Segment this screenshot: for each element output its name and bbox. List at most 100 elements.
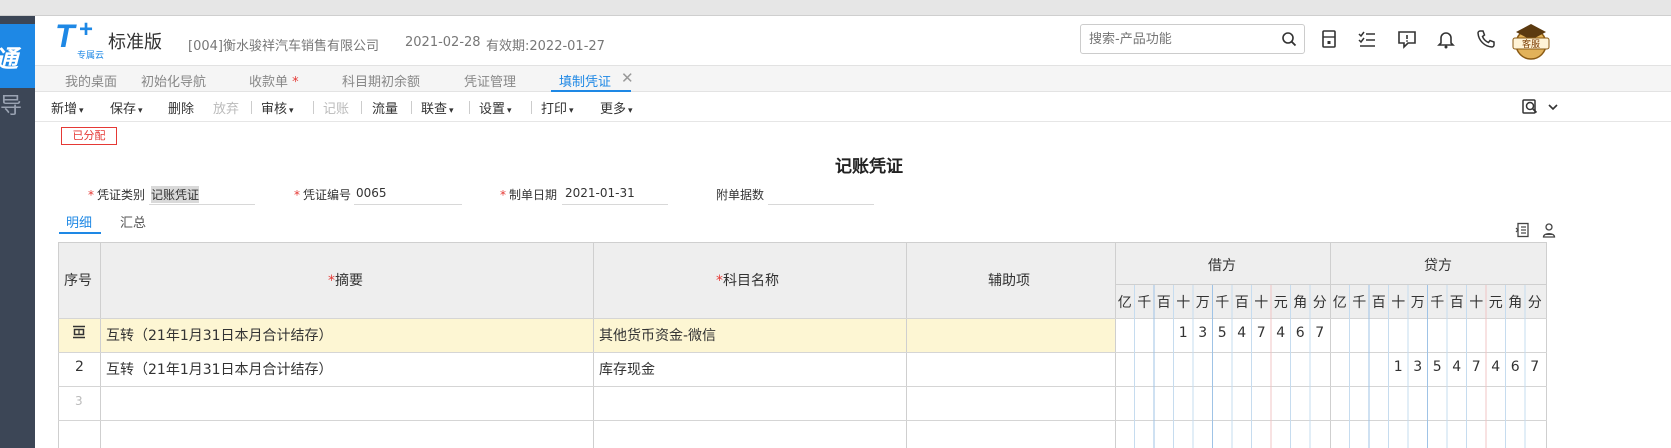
- print-button[interactable]: 打印 ▾: [541, 98, 574, 117]
- review-button[interactable]: 审核 ▾: [261, 98, 294, 117]
- digit-unit-label: 千: [1215, 295, 1230, 311]
- action-toolbar: 新增 ▾ 保存 ▾ 删除 放弃 审核 ▾ 记账 流量 联查 ▾ 设置 ▾ 打印 ▾ 更多 ▾: [35, 92, 1671, 122]
- voucher-number-label: * 凭证编号: [294, 186, 351, 203]
- toolbar-separator: [313, 101, 314, 114]
- toolbar-separator: [361, 101, 362, 114]
- tab-receipt[interactable]: 收款单 *: [249, 71, 299, 90]
- tab-detail[interactable]: 明细: [66, 212, 92, 231]
- search-icon[interactable]: [1281, 31, 1297, 47]
- close-icon[interactable]: ✕: [621, 69, 634, 87]
- row1-summary[interactable]: 互转（21年1月31日本月合计结存）: [106, 325, 333, 345]
- credit-digit[interactable]: 3: [1408, 359, 1428, 375]
- avatar-label: 客服: [1522, 38, 1540, 50]
- active-subtab-indicator: [59, 232, 101, 234]
- calculator-icon[interactable]: [1318, 28, 1340, 50]
- voucher-type-label: * 凭证类别: [88, 186, 145, 203]
- task-check-icon[interactable]: [1356, 28, 1378, 50]
- tab-summary[interactable]: 汇总: [120, 212, 146, 231]
- debit-digit[interactable]: 4: [1271, 325, 1291, 341]
- debit-digit[interactable]: 6: [1291, 325, 1311, 341]
- row1-account[interactable]: 其他货币资金-微信: [599, 325, 716, 345]
- chevron-down-icon: ▾: [628, 106, 633, 116]
- post-button[interactable]: 记账: [323, 98, 349, 117]
- product-search[interactable]: [1080, 24, 1305, 54]
- save-button[interactable]: 保存 ▾: [110, 98, 143, 117]
- debit-digit[interactable]: 3: [1193, 325, 1213, 341]
- debit-digit[interactable]: 4: [1232, 325, 1252, 341]
- product-logo[interactable]: T + 专属云: [55, 16, 107, 61]
- nav-tile-active[interactable]: 通: [0, 24, 35, 88]
- browser-top-strip: [0, 0, 1671, 16]
- review-label: 审核: [261, 102, 288, 117]
- col-summary-header-text: 摘要: [335, 273, 363, 289]
- tab-init-nav[interactable]: 初始化导航: [141, 71, 206, 90]
- required-mark: *: [500, 188, 506, 202]
- chevron-down-icon: ▾: [507, 106, 512, 116]
- voucher-date-field[interactable]: 2021-01-31: [565, 186, 635, 200]
- row2-summary[interactable]: 互转（21年1月31日本月合计结存）: [106, 359, 333, 379]
- flow-button[interactable]: 流量: [372, 98, 398, 117]
- customer-service-avatar[interactable]: 客服: [1507, 18, 1555, 62]
- voucher-type-field[interactable]: 记账凭证: [151, 186, 200, 203]
- voucher-type-label-text: 凭证类别: [97, 188, 146, 202]
- discard-button[interactable]: 放弃: [213, 98, 239, 117]
- credit-digit[interactable]: 4: [1447, 359, 1467, 375]
- tab-fill-voucher[interactable]: 填制凭证: [559, 71, 611, 90]
- credit-digit[interactable]: 7: [1525, 359, 1545, 375]
- settings-button[interactable]: 设置 ▾: [479, 98, 512, 117]
- nav-tile-secondary[interactable]: 导: [0, 88, 35, 120]
- debit-digit[interactable]: 5: [1213, 325, 1233, 341]
- required-mark: *: [294, 188, 300, 202]
- new-button[interactable]: 新增 ▾: [51, 98, 84, 117]
- credit-digit[interactable]: 5: [1428, 359, 1448, 375]
- logo-plus: +: [79, 16, 94, 43]
- logo-letter-t: T: [55, 18, 75, 54]
- row2-account[interactable]: 库存现金: [599, 359, 655, 379]
- digit-unit-label: 分: [1312, 295, 1327, 311]
- digit-unit-label: 元: [1488, 295, 1503, 311]
- voucher-number-field[interactable]: 0065: [356, 186, 387, 200]
- voucher-date-label-text: 制单日期: [509, 188, 558, 202]
- required-mark: *: [328, 273, 335, 289]
- row2-seq: 2: [75, 359, 84, 375]
- col-account-header: *科目名称: [716, 270, 779, 290]
- message-icon[interactable]: [1396, 28, 1418, 50]
- digit-unit-label: 角: [1508, 295, 1523, 311]
- search-input[interactable]: [1089, 30, 1269, 48]
- bell-icon[interactable]: [1435, 28, 1457, 50]
- link-label: 联查: [421, 102, 448, 117]
- row3-seq: 3: [75, 394, 83, 408]
- debit-digit[interactable]: 1: [1174, 325, 1194, 341]
- credit-digit[interactable]: 6: [1506, 359, 1526, 375]
- voucher-date-underline: [562, 204, 668, 205]
- toolbar-separator: [531, 101, 532, 114]
- delete-button[interactable]: 删除: [168, 98, 194, 117]
- debit-digit[interactable]: 7: [1252, 325, 1272, 341]
- tab-voucher-mgmt[interactable]: 凭证管理: [464, 71, 516, 90]
- credit-digit[interactable]: 4: [1486, 359, 1506, 375]
- digit-unit-label: 万: [1410, 295, 1425, 311]
- voucher-number-underline: [354, 204, 462, 205]
- person-setting-icon[interactable]: [1541, 222, 1557, 238]
- chevron-down-icon: ▾: [79, 106, 84, 116]
- required-mark: *: [716, 273, 723, 289]
- digit-unit-label: 万: [1195, 295, 1210, 311]
- more-button[interactable]: 更多 ▾: [600, 98, 633, 117]
- col-summary-header: *摘要: [328, 270, 363, 290]
- row-insert-icon[interactable]: [1515, 222, 1531, 238]
- digit-unit-label: 百: [1234, 295, 1249, 311]
- voucher-type-underline: [149, 204, 255, 205]
- chevron-down-icon: ▾: [289, 106, 294, 116]
- row-locate-icon[interactable]: [72, 325, 86, 339]
- credit-digit[interactable]: 1: [1389, 359, 1409, 375]
- tab-opening-balance[interactable]: 科目期初余额: [342, 71, 420, 90]
- company-name[interactable]: [004]衡水骏祥汽车销售有限公司: [188, 35, 379, 54]
- credit-digit[interactable]: 7: [1467, 359, 1487, 375]
- debit-digit[interactable]: 7: [1310, 325, 1330, 341]
- new-label: 新增: [51, 102, 78, 117]
- tab-desktop[interactable]: 我的桌面: [65, 71, 117, 90]
- phone-icon[interactable]: [1475, 28, 1497, 50]
- col-credit-header: 贷方: [1424, 258, 1452, 274]
- locate-icon[interactable]: [1521, 98, 1561, 116]
- link-query-button[interactable]: 联查 ▾: [421, 98, 454, 117]
